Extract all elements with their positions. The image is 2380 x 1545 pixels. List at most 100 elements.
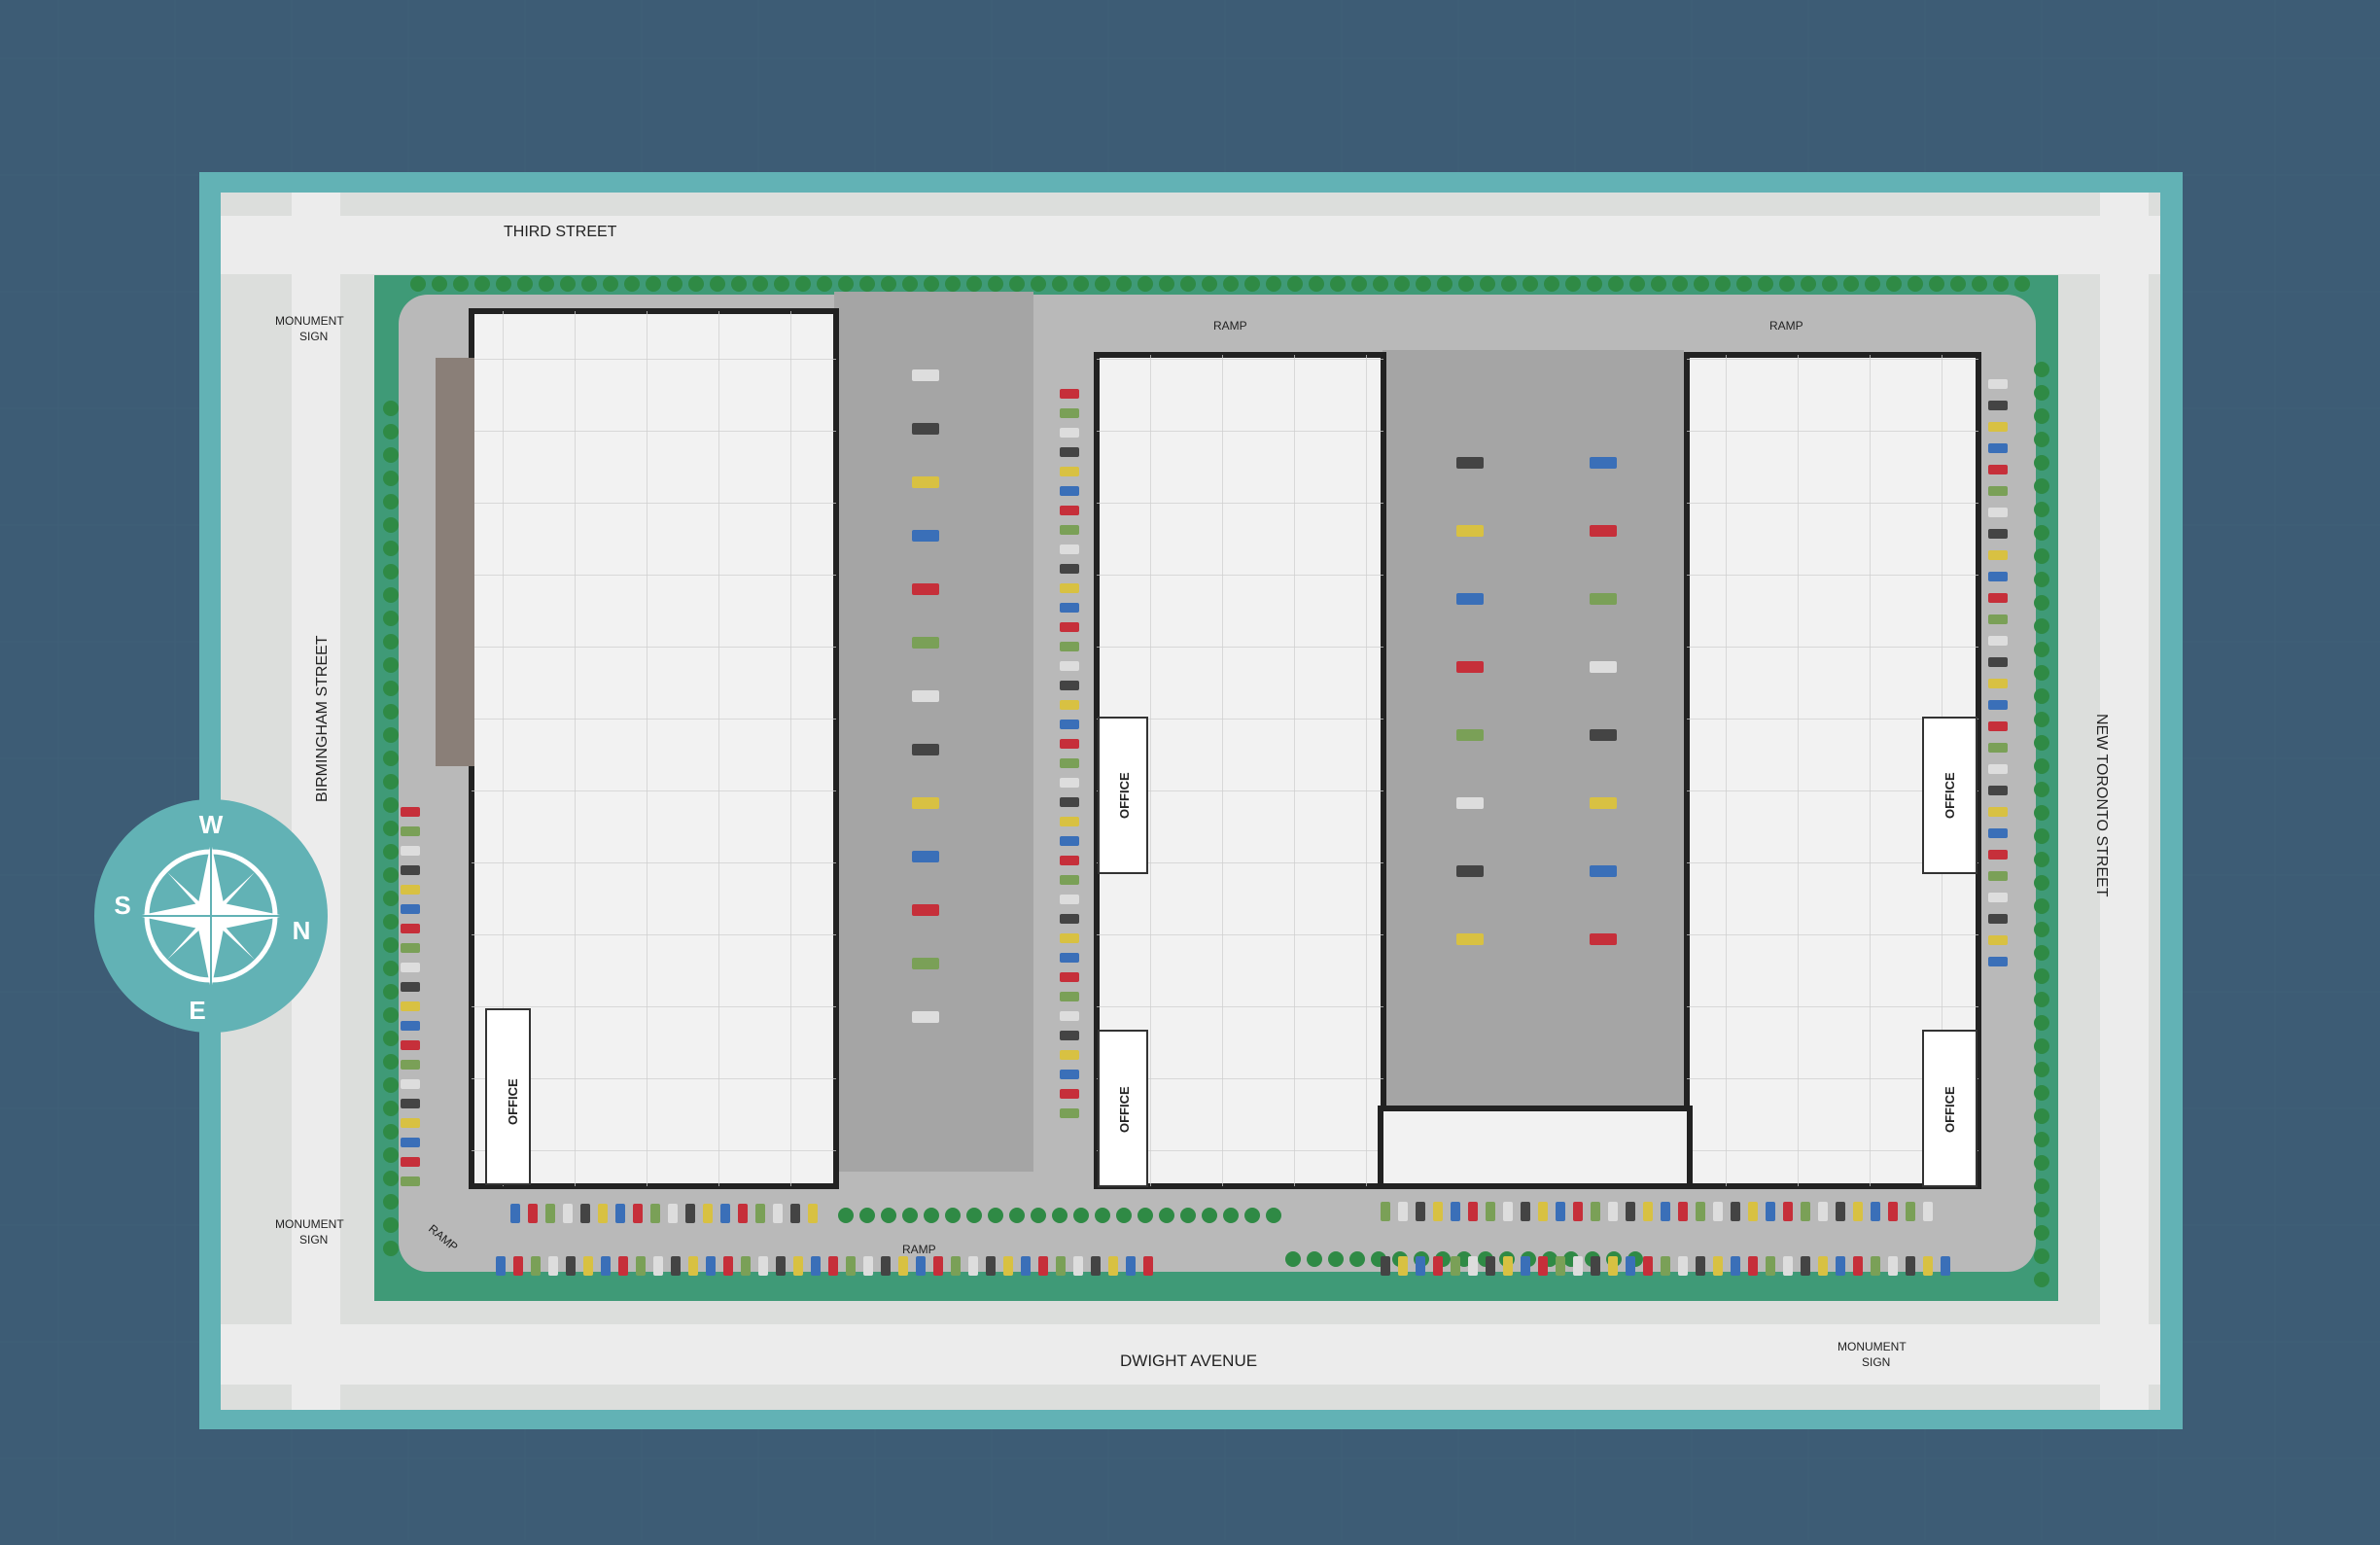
- tree: [1307, 1251, 1322, 1267]
- parked-car: [1538, 1256, 1548, 1276]
- parked-car: [1988, 700, 2008, 710]
- parked-car: [1091, 1256, 1101, 1276]
- tree: [1544, 276, 1559, 292]
- tree: [383, 401, 399, 416]
- truck-court-center: [1382, 350, 1684, 1108]
- tree: [1116, 276, 1132, 292]
- parked-car: [1853, 1202, 1863, 1221]
- street-label-dwight: DWIGHT AVENUE: [1120, 1352, 1257, 1370]
- tree: [838, 1208, 854, 1223]
- tree: [1801, 276, 1816, 292]
- parked-car: [1590, 797, 1617, 809]
- office-label-c2: OFFICE: [1942, 1086, 1957, 1133]
- tree: [2034, 1108, 2049, 1124]
- parked-car: [1060, 583, 1079, 593]
- parked-car: [1923, 1256, 1933, 1276]
- tree: [539, 276, 554, 292]
- parked-car: [633, 1204, 643, 1223]
- parked-car: [1590, 457, 1617, 469]
- ramp-label-3: RAMP: [902, 1243, 936, 1256]
- tree: [517, 276, 533, 292]
- parked-car: [1988, 379, 2008, 389]
- parked-car: [1988, 786, 2008, 795]
- parked-car: [401, 826, 420, 836]
- tree: [1587, 276, 1602, 292]
- parked-car: [1696, 1256, 1705, 1276]
- tree: [383, 1171, 399, 1186]
- tree: [1159, 1208, 1174, 1223]
- tree: [2034, 945, 2049, 961]
- parked-car: [1468, 1256, 1478, 1276]
- parked-car: [580, 1204, 590, 1223]
- parked-car: [1060, 467, 1079, 476]
- parked-car: [1060, 914, 1079, 924]
- tree: [1437, 276, 1452, 292]
- parked-car: [563, 1204, 573, 1223]
- tree: [383, 1124, 399, 1140]
- parked-car: [1060, 933, 1079, 943]
- tree: [1715, 276, 1731, 292]
- monument-sign-1-line1: MONUMENT: [275, 314, 344, 328]
- parked-car: [912, 958, 939, 969]
- parked-car: [401, 846, 420, 856]
- tree: [2034, 572, 2049, 587]
- tree: [2034, 852, 2049, 867]
- tree: [881, 1208, 896, 1223]
- compass-n: N: [293, 916, 311, 945]
- parked-car: [1801, 1202, 1810, 1221]
- parked-car: [1988, 743, 2008, 753]
- tree: [667, 276, 682, 292]
- tree: [2034, 968, 2049, 984]
- compass-rose: W E S N: [94, 799, 328, 1033]
- tree: [1736, 276, 1752, 292]
- office-label-c1: OFFICE: [1942, 772, 1957, 819]
- parked-car: [986, 1256, 996, 1276]
- parked-car: [1451, 1202, 1460, 1221]
- parked-car: [912, 583, 939, 595]
- parked-car: [1456, 933, 1484, 945]
- parked-car: [653, 1256, 663, 1276]
- parked-car: [912, 1011, 939, 1023]
- tree: [383, 1007, 399, 1023]
- parked-car: [1060, 895, 1079, 904]
- tree: [2034, 782, 2049, 797]
- parked-car: [1073, 1256, 1083, 1276]
- parked-car: [1988, 957, 2008, 966]
- parked-car: [1766, 1256, 1775, 1276]
- tree: [1009, 276, 1025, 292]
- tree: [1950, 276, 1966, 292]
- parked-car: [1626, 1256, 1635, 1276]
- parked-car: [1853, 1256, 1863, 1276]
- parked-car: [1126, 1256, 1136, 1276]
- tree: [474, 276, 490, 292]
- parked-car: [912, 744, 939, 755]
- tree: [2034, 1085, 2049, 1101]
- parked-car: [401, 865, 420, 875]
- tree: [383, 821, 399, 836]
- parked-car: [912, 797, 939, 809]
- tree: [2034, 455, 2049, 471]
- parked-car: [1433, 1202, 1443, 1221]
- parked-car: [1060, 992, 1079, 1001]
- parked-car: [1988, 486, 2008, 496]
- parked-car: [1590, 525, 1617, 537]
- parked-car: [496, 1256, 506, 1276]
- parked-car: [401, 1021, 420, 1031]
- parked-car: [1988, 401, 2008, 410]
- parked-car: [650, 1204, 660, 1223]
- tree: [1458, 276, 1474, 292]
- parked-car: [790, 1204, 800, 1223]
- tree: [838, 276, 854, 292]
- tree: [383, 681, 399, 696]
- tree: [1223, 276, 1239, 292]
- parked-car: [1988, 572, 2008, 581]
- tree: [383, 844, 399, 860]
- parked-car: [1888, 1202, 1898, 1221]
- tree: [1009, 1208, 1025, 1223]
- tree: [2034, 898, 2049, 914]
- parked-car: [1696, 1202, 1705, 1221]
- parked-car: [1713, 1256, 1723, 1276]
- tree: [2034, 1178, 2049, 1194]
- parked-car: [1060, 389, 1079, 399]
- parked-car: [1381, 1202, 1390, 1221]
